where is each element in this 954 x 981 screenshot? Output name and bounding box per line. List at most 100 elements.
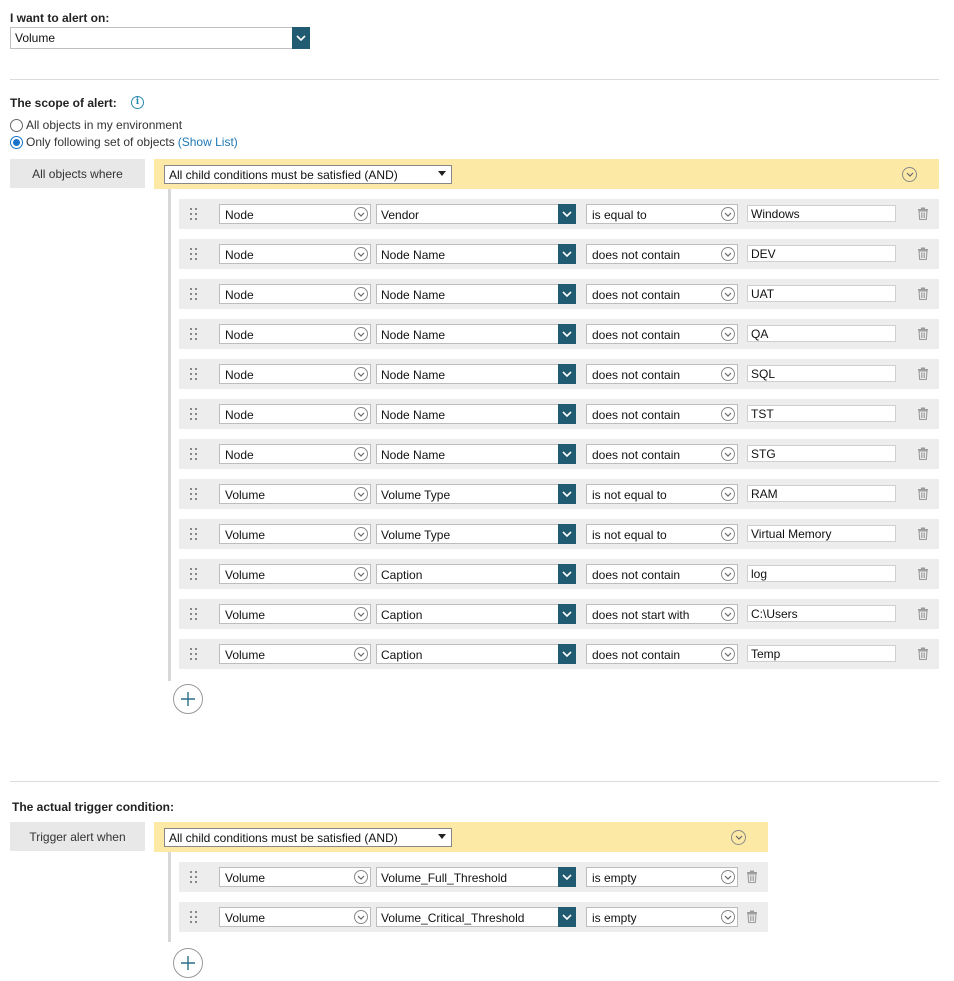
- drag-handle-icon[interactable]: [190, 448, 198, 460]
- trash-icon[interactable]: [917, 447, 929, 461]
- chevron-down-icon[interactable]: [354, 870, 368, 884]
- trigger-group-select[interactable]: All child conditions must be satisfied (…: [164, 828, 452, 847]
- drag-handle-icon[interactable]: [190, 408, 198, 420]
- chevron-down-icon[interactable]: [721, 870, 735, 884]
- field-select[interactable]: Vendor: [376, 204, 576, 224]
- chevron-down-icon[interactable]: [721, 327, 735, 341]
- trash-icon[interactable]: [746, 870, 758, 884]
- radio-button-checked[interactable]: [10, 135, 23, 149]
- field-select[interactable]: Node Name: [376, 364, 576, 384]
- operator-select[interactable]: is not equal to: [586, 524, 738, 544]
- show-list-link[interactable]: (Show List): [178, 135, 238, 149]
- value-input[interactable]: Temp: [747, 645, 896, 662]
- chevron-down-icon[interactable]: [558, 404, 576, 424]
- drag-handle-icon[interactable]: [190, 368, 198, 380]
- trash-icon[interactable]: [917, 527, 929, 541]
- object-select[interactable]: Node: [219, 444, 371, 464]
- drag-handle-icon[interactable]: [190, 568, 198, 580]
- radio-button[interactable]: [10, 118, 23, 132]
- chevron-down-icon[interactable]: [721, 527, 735, 541]
- trash-icon[interactable]: [917, 567, 929, 581]
- object-select[interactable]: Volume: [219, 604, 371, 624]
- drag-handle-icon[interactable]: [190, 871, 198, 883]
- field-select[interactable]: Node Name: [376, 444, 576, 464]
- chevron-down-icon[interactable]: [558, 644, 576, 664]
- drag-handle-icon[interactable]: [190, 208, 198, 220]
- object-select[interactable]: Volume: [219, 524, 371, 544]
- drag-handle-icon[interactable]: [190, 288, 198, 300]
- chevron-down-icon[interactable]: [721, 247, 735, 261]
- operator-select[interactable]: does not contain: [586, 644, 738, 664]
- chevron-down-icon[interactable]: [354, 447, 368, 461]
- object-select[interactable]: Node: [219, 244, 371, 264]
- chevron-down-icon[interactable]: [721, 567, 735, 581]
- value-input[interactable]: STG: [747, 445, 896, 462]
- chevron-down-icon[interactable]: [354, 910, 368, 924]
- object-select[interactable]: Volume: [219, 644, 371, 664]
- chevron-down-icon[interactable]: [292, 27, 310, 49]
- field-select[interactable]: Node Name: [376, 244, 576, 264]
- drag-handle-icon[interactable]: [190, 488, 198, 500]
- alert-on-select[interactable]: Volume: [10, 27, 310, 49]
- chevron-down-icon[interactable]: [721, 207, 735, 221]
- operator-select[interactable]: does not contain: [586, 284, 738, 304]
- operator-select[interactable]: does not contain: [586, 404, 738, 424]
- field-select[interactable]: Volume Type: [376, 524, 576, 544]
- chevron-down-icon[interactable]: [558, 867, 576, 887]
- value-input[interactable]: TST: [747, 405, 896, 422]
- chevron-down-icon[interactable]: [721, 647, 735, 661]
- value-input[interactable]: Virtual Memory: [747, 525, 896, 542]
- object-select[interactable]: Volume: [219, 484, 371, 504]
- chevron-down-icon[interactable]: [558, 284, 576, 304]
- operator-select[interactable]: is empty: [586, 907, 738, 927]
- value-input[interactable]: QA: [747, 325, 896, 342]
- drag-handle-icon[interactable]: [190, 528, 198, 540]
- chevron-down-icon[interactable]: [721, 287, 735, 301]
- object-select[interactable]: Node: [219, 324, 371, 344]
- chevron-down-icon[interactable]: [354, 607, 368, 621]
- operator-select[interactable]: does not contain: [586, 324, 738, 344]
- trash-icon[interactable]: [746, 910, 758, 924]
- chevron-down-icon[interactable]: [354, 247, 368, 261]
- chevron-down-icon[interactable]: [558, 484, 576, 504]
- chevron-down-icon[interactable]: [354, 207, 368, 221]
- value-input[interactable]: UAT: [747, 285, 896, 302]
- info-icon[interactable]: i: [131, 96, 144, 109]
- chevron-down-icon[interactable]: [354, 527, 368, 541]
- chevron-down-icon[interactable]: [354, 567, 368, 581]
- chevron-down-icon[interactable]: [354, 327, 368, 341]
- value-input[interactable]: DEV: [747, 245, 896, 262]
- operator-select[interactable]: is equal to: [586, 204, 738, 224]
- chevron-down-icon[interactable]: [558, 324, 576, 344]
- trash-icon[interactable]: [917, 407, 929, 421]
- field-select[interactable]: Caption: [376, 644, 576, 664]
- chevron-down-icon[interactable]: [558, 524, 576, 544]
- field-select[interactable]: Caption: [376, 564, 576, 584]
- object-select[interactable]: Node: [219, 204, 371, 224]
- chevron-down-icon[interactable]: [354, 647, 368, 661]
- operator-select[interactable]: does not contain: [586, 364, 738, 384]
- add-condition-button[interactable]: [173, 684, 203, 714]
- object-select[interactable]: Node: [219, 404, 371, 424]
- object-select[interactable]: Volume: [219, 867, 371, 887]
- chevron-down-icon[interactable]: [354, 367, 368, 381]
- value-input[interactable]: log: [747, 565, 896, 582]
- chevron-down-icon[interactable]: [558, 244, 576, 264]
- trash-icon[interactable]: [917, 647, 929, 661]
- object-select[interactable]: Node: [219, 364, 371, 384]
- drag-handle-icon[interactable]: [190, 608, 198, 620]
- chevron-down-icon[interactable]: [354, 407, 368, 421]
- trash-icon[interactable]: [917, 207, 929, 221]
- chevron-down-icon[interactable]: [721, 487, 735, 501]
- chevron-down-icon[interactable]: [558, 364, 576, 384]
- chevron-down-icon[interactable]: [558, 444, 576, 464]
- operator-select[interactable]: does not contain: [586, 244, 738, 264]
- drag-handle-icon[interactable]: [190, 248, 198, 260]
- object-select[interactable]: Volume: [219, 907, 371, 927]
- chevron-down-icon[interactable]: [558, 604, 576, 624]
- operator-select[interactable]: does not contain: [586, 564, 738, 584]
- trash-icon[interactable]: [917, 487, 929, 501]
- chevron-down-icon[interactable]: [354, 487, 368, 501]
- drag-handle-icon[interactable]: [190, 648, 198, 660]
- value-input[interactable]: C:\Users: [747, 605, 896, 622]
